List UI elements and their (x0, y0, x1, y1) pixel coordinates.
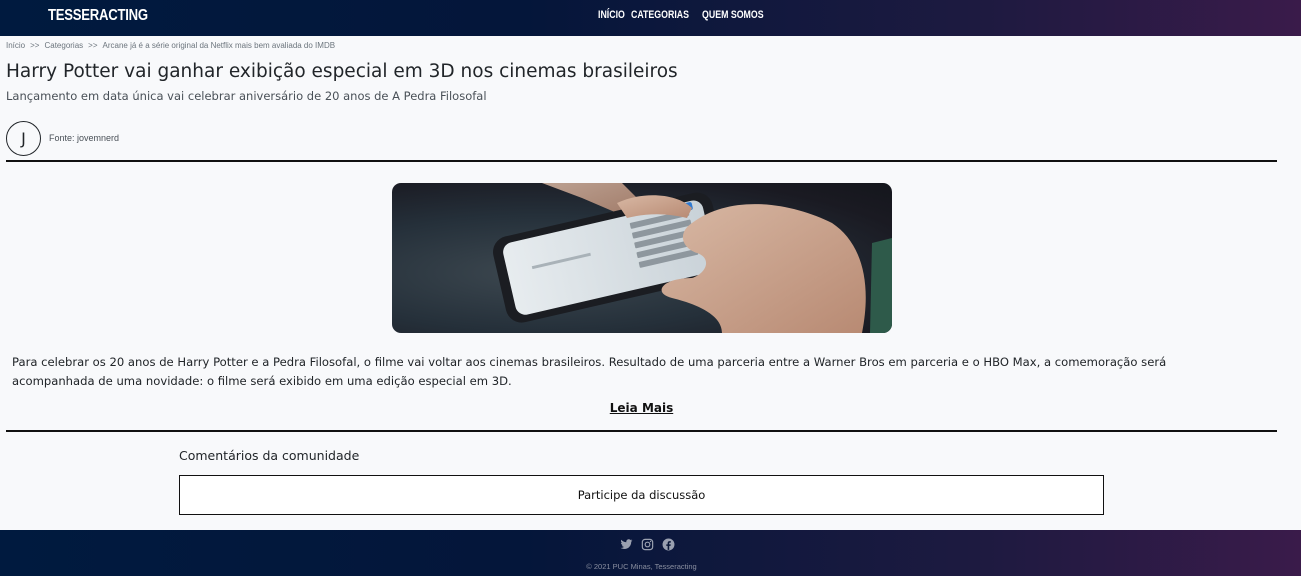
breadcrumb-item-categorias[interactable]: Categorias (44, 41, 83, 50)
divider (6, 430, 1277, 432)
twitter-icon[interactable] (620, 538, 633, 551)
main-nav: INÍCIO CATEGORIAS QUEM SOMOS (598, 9, 771, 21)
facebook-icon[interactable] (662, 538, 675, 551)
breadcrumb-separator: >> (30, 41, 40, 50)
phone-in-hands-illustration (493, 183, 892, 333)
nav-item-categorias[interactable]: CATEGORIAS (631, 9, 689, 21)
author-avatar: J (6, 121, 41, 156)
article-source: Fonte: jovemnerd (49, 133, 120, 143)
breadcrumb-item-current[interactable]: Arcane já é a série original da Netflix … (103, 41, 336, 50)
article-title: Harry Potter vai ganhar exibição especia… (6, 61, 678, 82)
read-more-container: Leia Mais (0, 401, 1283, 415)
article-image (392, 183, 892, 333)
read-more-link[interactable]: Leia Mais (610, 401, 673, 415)
top-navbar: TESSERACTING INÍCIO CATEGORIAS QUEM SOMO… (0, 0, 1301, 36)
copyright-text: © 2021 PUC Minas, Tesseracting (586, 562, 697, 571)
article-subtitle: Lançamento em data única vai celebrar an… (6, 89, 487, 103)
footer: © 2021 PUC Minas, Tesseracting (0, 530, 1301, 576)
breadcrumb-separator: >> (88, 41, 98, 50)
social-links (620, 538, 675, 551)
article-body: Para celebrar os 20 anos de Harry Potter… (12, 355, 1167, 388)
nav-item-quem-somos[interactable]: QUEM SOMOS (702, 9, 764, 21)
join-discussion-button[interactable]: Participe da discussão (179, 475, 1104, 515)
breadcrumb-item-inicio[interactable]: Início (6, 41, 25, 50)
instagram-icon[interactable] (641, 538, 654, 551)
breadcrumb: Início >> Categorias >> Arcane já é a sé… (6, 41, 335, 50)
divider (6, 160, 1277, 162)
comments-title: Comentários da comunidade (179, 448, 360, 463)
brand-logo[interactable]: TESSERACTING (48, 7, 148, 25)
nav-item-inicio[interactable]: INÍCIO (598, 9, 625, 21)
